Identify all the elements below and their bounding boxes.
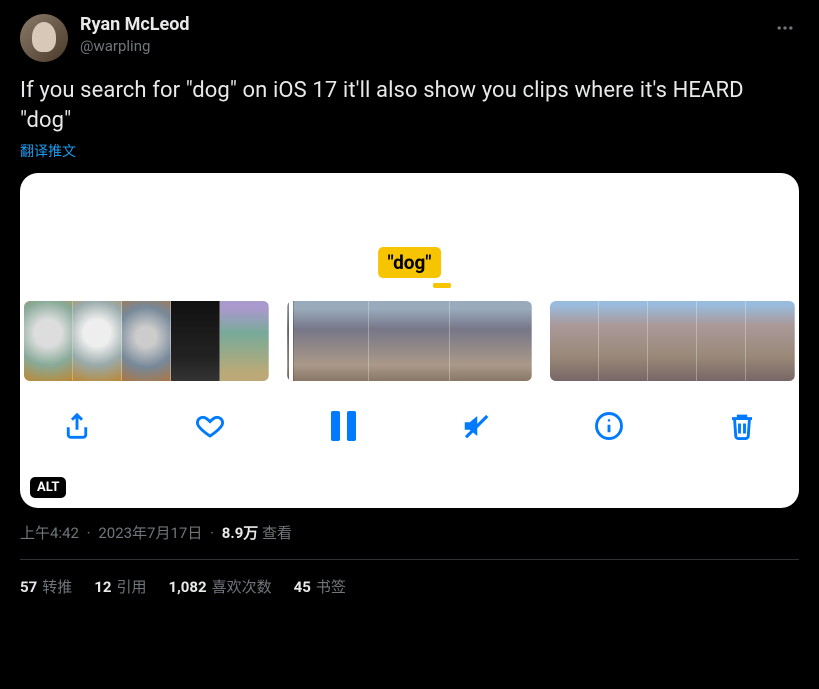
- share-icon[interactable]: [62, 411, 92, 441]
- stat-number: 12: [94, 578, 111, 596]
- tweet-container: Ryan McLeod @warpling If you search for …: [0, 0, 819, 613]
- playhead-marker: [433, 283, 451, 288]
- clip-group[interactable]: [24, 301, 269, 381]
- bookmarks-stat[interactable]: 45 书签: [294, 576, 346, 597]
- translate-link[interactable]: 翻译推文: [20, 141, 76, 161]
- media-card[interactable]: "dog": [20, 173, 799, 508]
- author-names[interactable]: Ryan McLeod @warpling: [80, 14, 190, 55]
- tweet-stats: 57 转推 12 引用 1,082 喜欢次数 45 书签: [20, 560, 799, 613]
- info-icon[interactable]: [594, 411, 624, 441]
- clip-thumb: [24, 301, 73, 381]
- quotes-stat[interactable]: 12 引用: [94, 576, 146, 597]
- trash-icon[interactable]: [727, 411, 757, 441]
- clip-thumb: [287, 301, 369, 381]
- search-term-pill: "dog": [378, 247, 442, 278]
- tweet-header: Ryan McLeod @warpling: [20, 14, 799, 62]
- separator: ·: [83, 524, 95, 542]
- tweet-text: If you search for "dog" on iOS 17 it'll …: [20, 76, 799, 135]
- likes-stat[interactable]: 1,082 喜欢次数: [168, 576, 271, 597]
- stat-label: 引用: [116, 578, 146, 596]
- stat-label: 书签: [316, 578, 346, 596]
- clip-thumb: [550, 301, 599, 381]
- clip-group[interactable]: [287, 301, 532, 381]
- stat-number: 1,082: [168, 578, 206, 596]
- clip-thumb: [73, 301, 122, 381]
- clip-thumb: [369, 301, 451, 381]
- stat-number: 45: [294, 578, 311, 596]
- tweet-meta: 上午4:42 · 2023年7月17日 · 8.9万 查看: [20, 508, 799, 560]
- clip-thumb: [122, 301, 171, 381]
- clip-thumb: [746, 301, 795, 381]
- avatar[interactable]: [20, 14, 68, 62]
- alt-badge[interactable]: ALT: [30, 477, 66, 498]
- separator: ·: [206, 524, 218, 542]
- stat-number: 57: [20, 578, 37, 596]
- clip-thumb: [171, 301, 220, 381]
- stat-label: 转推: [42, 578, 72, 596]
- display-name: Ryan McLeod: [80, 14, 190, 37]
- mute-icon[interactable]: [461, 411, 491, 441]
- pause-icon[interactable]: [328, 411, 358, 441]
- handle: @warpling: [80, 37, 190, 56]
- clip-thumb: [648, 301, 697, 381]
- retweets-stat[interactable]: 57 转推: [20, 576, 72, 597]
- stat-label: 喜欢次数: [212, 578, 272, 596]
- clip-thumb: [450, 301, 532, 381]
- views-count[interactable]: 8.9万: [222, 524, 259, 542]
- media-toolbar: [20, 399, 799, 461]
- clip-thumb: [697, 301, 746, 381]
- clip-thumb: [220, 301, 269, 381]
- tweet-date[interactable]: 2023年7月17日: [98, 524, 202, 542]
- views-label: 查看: [262, 524, 292, 542]
- tweet-time[interactable]: 上午4:42: [20, 524, 79, 542]
- playhead-icon[interactable]: [289, 301, 293, 381]
- clip-group[interactable]: [550, 301, 795, 381]
- more-icon[interactable]: [771, 14, 799, 46]
- clip-thumb: [599, 301, 648, 381]
- timeline-clips: [20, 301, 799, 381]
- heart-icon[interactable]: [195, 411, 225, 441]
